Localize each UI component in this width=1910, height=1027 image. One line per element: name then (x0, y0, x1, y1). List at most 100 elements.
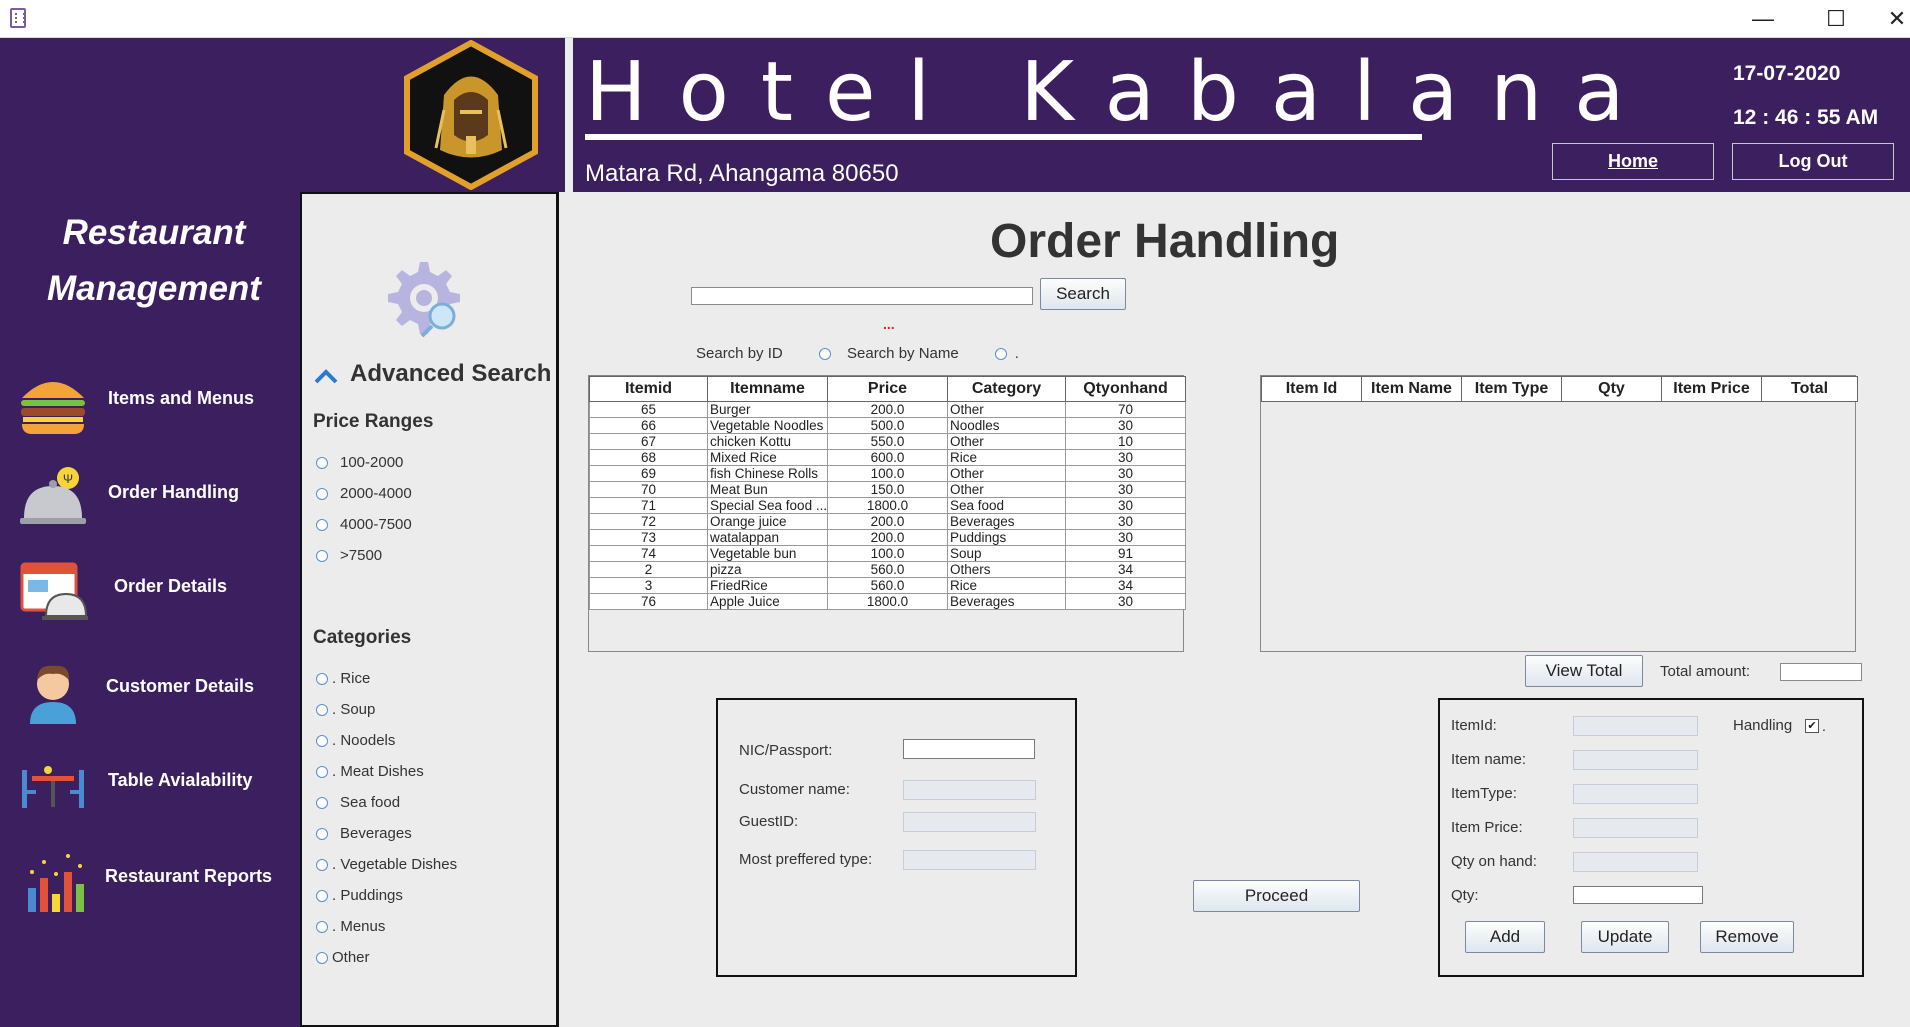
table-row[interactable]: 65 Burger 200.0 Other 70 (589, 401, 1186, 418)
maximize-button[interactable]: ☐ (1807, 0, 1865, 38)
table-cell: 30 (1065, 449, 1186, 466)
category-option[interactable]: . Puddings (316, 887, 403, 904)
logout-button[interactable]: Log Out (1732, 143, 1894, 180)
price-range-option[interactable]: 100-2000 (316, 454, 403, 471)
column-header[interactable]: Item Id (1261, 376, 1362, 402)
table-row[interactable]: 72 Orange juice 200.0 Beverages 30 (589, 513, 1186, 530)
minimize-button[interactable]: — (1734, 0, 1792, 38)
order-table[interactable]: Item Id Item Name Item Type Qty Item Price To… (1260, 375, 1858, 652)
radio-button[interactable] (316, 765, 328, 778)
sidebar-item-order-handling[interactable]: Ψ Order Handling (0, 456, 300, 536)
table-row[interactable]: 3 FriedRice 560.0 Rice 34 (589, 577, 1186, 594)
table-row[interactable]: 68 Mixed Rice 600.0 Rice 30 (589, 449, 1186, 466)
radio-button[interactable] (316, 858, 328, 871)
category-option[interactable]: . Noodels (316, 732, 395, 749)
table-row[interactable]: 2 pizza 560.0 Others 34 (589, 561, 1186, 578)
view-total-button[interactable]: View Total (1525, 655, 1643, 687)
category-option[interactable]: . Rice (316, 670, 370, 687)
radio-button[interactable] (316, 920, 328, 933)
category-option[interactable]: Sea food (316, 794, 400, 811)
table-row[interactable]: 70 Meat Bun 150.0 Other 30 (589, 481, 1186, 498)
radio-button[interactable] (316, 672, 328, 685)
table-cell: Other (947, 401, 1066, 418)
table-cell: 30 (1065, 513, 1186, 530)
price-range-option[interactable]: 2000-4000 (316, 485, 412, 502)
table-cell: 67 (589, 433, 708, 450)
sidebar-item-restaurant-reports[interactable]: Restaurant Reports (0, 840, 300, 920)
table-cell: 3 (589, 577, 708, 594)
table-row[interactable]: 66 Vegetable Noodles 500.0 Noodles 30 (589, 417, 1186, 434)
column-header[interactable]: Item Name (1361, 376, 1462, 402)
search-by-id-option[interactable]: Search by ID (696, 345, 831, 362)
radio-button[interactable] (316, 456, 328, 469)
sidebar-item-items-and-menus[interactable]: Items and Menus (0, 362, 300, 442)
radio-button[interactable] (316, 703, 328, 716)
table-row[interactable]: 76 Apple Juice 1800.0 Beverages 30 (589, 593, 1186, 610)
table-cell: 71 (589, 497, 708, 514)
category-option[interactable]: . Vegetable Dishes (316, 856, 457, 873)
radio-button[interactable] (316, 734, 328, 747)
table-cell: 69 (589, 465, 708, 482)
category-option[interactable]: . Soup (316, 701, 375, 718)
category-option[interactable]: Beverages (316, 825, 412, 842)
column-header[interactable]: Category (947, 376, 1066, 402)
add-button[interactable]: Add (1465, 921, 1545, 953)
price-range-option[interactable]: 4000-7500 (316, 516, 412, 533)
search-input[interactable] (691, 287, 1033, 305)
current-time: 12 : 46 : 55 AM (1733, 106, 1879, 129)
table-row[interactable]: 69 fish Chinese Rolls 100.0 Other 30 (589, 465, 1186, 482)
window-titlebar: — ☐ ✕ (0, 0, 1910, 38)
column-header[interactable]: Price (827, 376, 948, 402)
remove-button[interactable]: Remove (1700, 921, 1794, 953)
chevron-up-icon[interactable] (314, 368, 338, 384)
table-row[interactable]: 71 Special Sea food ... 1800.0 Sea food 30 (589, 497, 1186, 514)
category-option[interactable]: . Menus (316, 918, 385, 935)
column-header[interactable]: Item Type (1461, 376, 1562, 402)
proceed-button[interactable]: Proceed (1193, 880, 1360, 912)
table-cell: Burger (707, 401, 828, 418)
radio-button[interactable] (316, 951, 328, 964)
column-header[interactable]: Item Price (1661, 376, 1762, 402)
table-cell: 65 (589, 401, 708, 418)
radio-button[interactable] (818, 347, 831, 360)
customer-icon (30, 665, 76, 724)
handling-checkbox-row[interactable]: ✔ . (1805, 718, 1826, 734)
column-header[interactable]: Qty (1561, 376, 1662, 402)
sidebar-item-customer-details[interactable]: Customer Details (0, 650, 300, 730)
home-button[interactable]: Home (1552, 143, 1714, 180)
table-row[interactable]: 73 watalappan 200.0 Puddings 30 (589, 529, 1186, 546)
radio-button[interactable] (316, 487, 328, 500)
close-button[interactable]: ✕ (1868, 0, 1910, 38)
category-label: . Vegetable Dishes (332, 856, 458, 873)
radio-button[interactable] (316, 549, 328, 562)
table-row[interactable]: 67 chicken Kottu 550.0 Other 10 (589, 433, 1186, 450)
category-label: Sea food (340, 794, 401, 811)
price-range-option[interactable]: >7500 (316, 547, 382, 564)
column-header[interactable]: Itemname (707, 376, 828, 402)
page-title: Order Handling (990, 215, 1340, 268)
column-header[interactable]: Qtyonhand (1065, 376, 1186, 402)
update-button[interactable]: Update (1581, 921, 1669, 953)
nic-input[interactable] (903, 739, 1035, 759)
category-option[interactable]: . Meat Dishes (316, 763, 424, 780)
column-header[interactable]: Itemid (589, 376, 708, 402)
total-amount-field[interactable] (1780, 663, 1862, 681)
radio-button[interactable] (316, 827, 328, 840)
search-by-name-suffix: . (1014, 345, 1019, 362)
items-table[interactable]: Itemid Itemname Price Category Qtyonhand 65 B… (588, 375, 1186, 652)
sidebar-item-table-availability[interactable]: Table Avialability (0, 744, 300, 824)
radio-button[interactable] (316, 796, 328, 809)
radio-button[interactable] (316, 889, 328, 902)
search-button[interactable]: Search (1040, 278, 1126, 310)
qty-input[interactable] (1573, 886, 1703, 904)
column-header[interactable]: Total (1761, 376, 1858, 402)
table-row[interactable]: 74 Vegetable bun 100.0 Soup 91 (589, 545, 1186, 562)
table-cell: 200.0 (827, 513, 948, 530)
sidebar-item-order-details[interactable]: Order Details (0, 550, 300, 630)
handling-checkbox[interactable]: ✔ (1805, 719, 1819, 733)
radio-button[interactable] (316, 518, 328, 531)
radio-button[interactable] (994, 347, 1007, 360)
category-option[interactable]: Other (316, 949, 370, 966)
search-by-name-option[interactable]: Search by Name . (847, 345, 1019, 362)
sidebar-item-label: Table Avialability (108, 770, 253, 790)
